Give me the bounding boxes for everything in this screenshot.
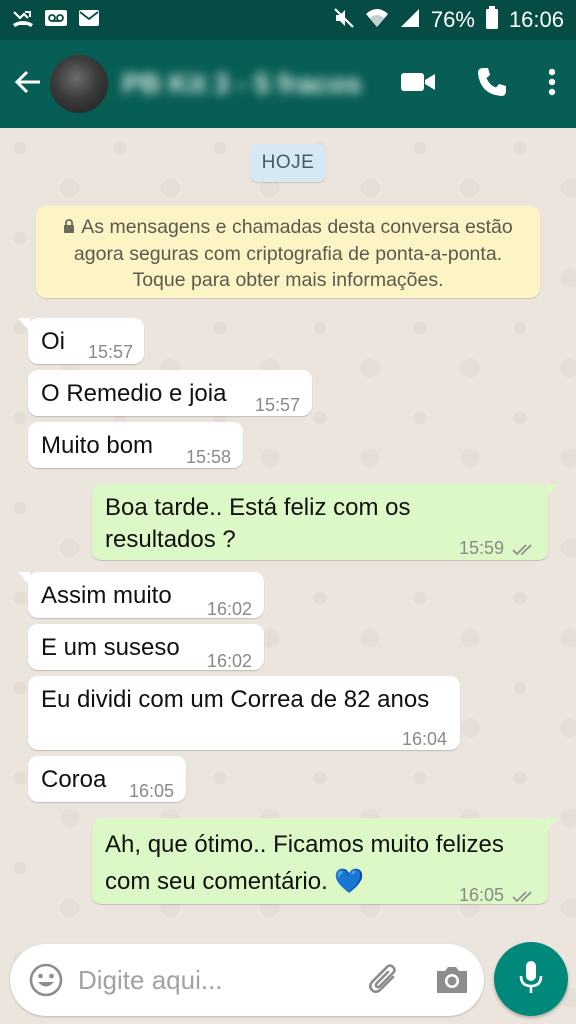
message-time: 16:05 bbox=[129, 781, 175, 801]
message-text: Oi bbox=[41, 328, 65, 355]
message-bubble-outgoing[interactable]: Boa tarde.. Está feliz com os resultados… bbox=[92, 484, 558, 560]
notification-icons bbox=[12, 8, 100, 33]
microphone-icon bbox=[518, 959, 544, 1000]
message-text: Boa tarde.. Está feliz com os resultados… bbox=[105, 494, 411, 553]
back-button[interactable] bbox=[10, 64, 46, 104]
status-bar: 76% 16:06 bbox=[0, 0, 576, 40]
voicemail-icon bbox=[44, 8, 68, 33]
message-text: Muito bom bbox=[41, 432, 154, 459]
message-time: 15:59 bbox=[459, 538, 505, 558]
message-time: 16:05 bbox=[459, 885, 505, 905]
email-icon bbox=[78, 9, 100, 32]
date-chip: HOJE bbox=[250, 144, 326, 182]
message-composer bbox=[10, 944, 484, 1016]
message-bubble-incoming[interactable]: Muito bom 15:58 bbox=[28, 422, 243, 468]
message-text: Coroa bbox=[41, 766, 107, 793]
contact-avatar[interactable] bbox=[50, 55, 108, 113]
battery-percent: 76% bbox=[430, 7, 475, 32]
message-bubble-outgoing[interactable]: Ah, que ótimo.. Ficamos muito felizes co… bbox=[92, 818, 558, 905]
message-time: 16:04 bbox=[402, 729, 448, 749]
message-text: E um suseso bbox=[41, 634, 180, 661]
attach-icon[interactable] bbox=[366, 962, 402, 1003]
missed-call-icon bbox=[12, 8, 34, 33]
message-bubble-incoming[interactable]: Assim muito 16:02 bbox=[18, 572, 264, 619]
mute-icon bbox=[333, 7, 355, 34]
back-arrow-icon bbox=[14, 69, 42, 100]
system-status: 76% 16:06 bbox=[333, 5, 564, 35]
read-ticks-icon bbox=[512, 534, 536, 566]
encryption-notice-text: As mensagens e chamadas desta conversa e… bbox=[73, 216, 513, 291]
message-text: O Remedio e joia bbox=[41, 380, 227, 407]
bubble-tail bbox=[18, 572, 30, 586]
header-actions bbox=[400, 66, 566, 103]
message-input[interactable] bbox=[78, 960, 348, 1000]
bubble-tail bbox=[546, 484, 558, 498]
chat-header: PB Kit 3 - 5 fracos bbox=[0, 40, 576, 128]
message-text: Assim muito bbox=[41, 582, 172, 609]
message-bubble-incoming[interactable]: Eu dividi com um Correa de 82 anos 16:04 bbox=[28, 676, 460, 750]
message-text: Eu dividi com um Correa de 82 anos bbox=[41, 686, 430, 713]
read-ticks-icon bbox=[512, 881, 536, 913]
bubble-tail bbox=[18, 318, 30, 332]
voice-call-icon[interactable] bbox=[476, 66, 508, 103]
video-call-icon[interactable] bbox=[400, 70, 436, 99]
more-options-icon[interactable] bbox=[548, 68, 556, 101]
message-time: 16:02 bbox=[207, 599, 253, 619]
signal-icon bbox=[399, 7, 421, 34]
message-bubble-incoming[interactable]: Oi 15:57 bbox=[18, 318, 144, 364]
message-time: 15:57 bbox=[88, 342, 134, 362]
message-time: 16:02 bbox=[207, 651, 253, 671]
chat-area[interactable]: HOJE As mensagens e chamadas desta conve… bbox=[0, 128, 576, 1024]
message-bubble-incoming[interactable]: O Remedio e joia 15:57 bbox=[28, 370, 312, 416]
bubble-tail bbox=[546, 818, 558, 832]
message-time: 15:58 bbox=[186, 447, 232, 467]
message-bubble-incoming[interactable]: Coroa 16:05 bbox=[28, 756, 186, 802]
emoji-icon[interactable] bbox=[28, 962, 64, 1003]
wifi-icon bbox=[365, 7, 389, 34]
encryption-notice[interactable]: As mensagens e chamadas desta conversa e… bbox=[36, 206, 540, 298]
message-time: 15:57 bbox=[255, 395, 301, 415]
lock-icon bbox=[63, 215, 75, 241]
contact-name[interactable]: PB Kit 3 - 5 fracos bbox=[122, 64, 362, 104]
clock: 16:06 bbox=[508, 7, 564, 32]
message-bubble-incoming[interactable]: E um suseso 16:02 bbox=[28, 624, 264, 671]
battery-icon bbox=[485, 5, 499, 35]
voice-message-button[interactable] bbox=[494, 942, 568, 1016]
camera-icon[interactable] bbox=[434, 962, 470, 1003]
